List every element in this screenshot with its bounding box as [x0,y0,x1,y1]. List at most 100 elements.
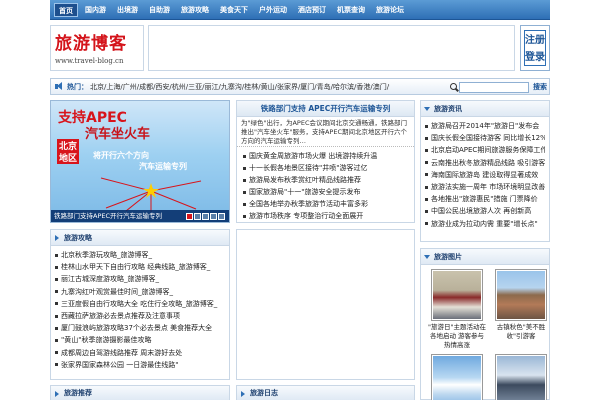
list-item[interactable]: "黄山"秋季旅游摄影最佳攻略 [55,334,225,346]
nav-item-home[interactable]: 首页 [54,2,78,17]
photo-thumbnail[interactable] [495,269,547,321]
list-item-link[interactable]: 全国各地举办秋季旅游节活动丰富多彩 [249,200,368,208]
list-item-link[interactable]: 旅游局召开2014年"旅游日"发布会 [431,122,539,130]
photo-caption[interactable]: 古镇秋色"美不胜收"引游客 [491,323,551,341]
nav-item-guides[interactable]: 旅游攻略 [177,3,213,17]
list-item-link[interactable]: 桂林山水甲天下自由行攻略 经典线路_旅游博客_ [61,263,210,271]
speaker-icon [54,82,64,91]
slide-dot[interactable] [202,213,209,220]
list-item-link[interactable]: 北京秋季游玩攻略_旅游博客_ [61,251,152,259]
list-item[interactable]: 北京启动APEC期间旅游服务保障工作 [425,144,545,156]
site-logo[interactable]: 旅游博客 www.travel-blog.cn [50,25,144,71]
nav-item-outdoor[interactable]: 户外运动 [255,3,291,17]
list-item[interactable]: 国庆长假全国接待游客 同比增长12% [425,132,545,144]
list-item-link[interactable]: 九寨沟红叶观赏最佳时间_旅游博客_ [61,288,173,296]
nav-item-forum[interactable]: 旅游论坛 [372,3,408,17]
list-item[interactable]: 十一长假各地景区接待"井喷"游客过亿 [243,162,410,174]
nav-item-flights[interactable]: 机票查询 [333,3,369,17]
list-item-link[interactable]: 三亚度假自由行攻略大全 吃住行全攻略_旅游博客_ [61,300,217,308]
photo-item[interactable] [491,354,551,400]
bullet-icon [55,338,58,342]
list-item[interactable]: 成都周边自驾游线路推荐 周末游好去处 [55,347,225,359]
bullet-icon [425,173,428,177]
list-item-link[interactable]: 北京启动APEC期间旅游服务保障工作 [431,146,545,154]
photo-thumbnail[interactable] [495,354,547,400]
list-item-link[interactable]: 海南国际旅游岛 建设取得显著成效 [431,171,538,179]
photo-item[interactable]: 古镇秋色"美不胜收"引游客 [491,269,551,350]
header-banner [148,25,515,71]
feature-slideshow[interactable]: 支持APEC 汽车坐火车 北京 地区 将开行六个方向 汽车运输专列 铁路部门支持… [50,100,230,223]
triangle-right-icon [55,235,59,241]
list-item[interactable]: 各地推出"旅游惠民"措施 门票降价 [425,193,545,205]
nav-item-outbound[interactable]: 出境游 [113,3,142,17]
login-register-button[interactable]: 注册登录 [520,25,550,71]
list-item-link[interactable]: 旅游市场秩序 专项整治行动全面展开 [249,212,363,220]
bullet-icon [55,290,58,294]
list-item[interactable]: 旅游市场秩序 专项整治行动全面展开 [243,210,410,222]
headline-summary: 为"绿色"出行，为APEC会议期间北京交通畅通，铁路部门推出"汽车坐火车"服务，… [237,117,414,147]
logo-title: 旅游博客 [55,34,127,54]
list-item[interactable]: 北京秋季游玩攻略_旅游博客_ [55,249,225,261]
center-ad-panel [236,229,415,380]
list-item-link[interactable]: 国庆长假全国接待游客 同比增长12% [431,134,545,142]
panel-title: 旅游日志 [250,389,278,397]
list-item[interactable]: 海南国际旅游岛 建设取得显著成效 [425,169,545,181]
search-button[interactable]: 搜索 [533,81,547,93]
photo-thumbnail[interactable] [431,354,483,400]
top-nav: 首页 国内游 出境游 自助游 旅游攻略 美食天下 户外运动 酒店预订 机票查询 … [50,0,550,20]
nav-item-food[interactable]: 美食天下 [216,3,252,17]
logo-url: www.travel-blog.cn [55,57,124,65]
list-item[interactable]: 丽江古城深度游攻略_旅游博客_ [55,273,225,285]
list-item[interactable]: 西藏拉萨旅游必去景点推荐及注意事项 [55,310,225,322]
list-item[interactable]: 旅游法实施一周年 市场环境明显改善 [425,181,545,193]
photo-item[interactable] [427,354,487,400]
list-item[interactable]: 国庆黄金周旅游市场火爆 出境游持续升温 [243,150,410,162]
headline-title[interactable]: 铁路部门支持 APEC开行汽车运输专列 [237,101,414,117]
hot-tags-links[interactable]: 北京/上海/广州/成都/西安/杭州/三亚/丽江/九寨沟/桂林/黄山/张家界/厦门… [90,82,390,92]
guides-list: 北京秋季游玩攻略_旅游博客_ 桂林山水甲天下自由行攻略 经典线路_旅游博客_ 丽… [51,246,229,371]
list-item[interactable]: 全国各地举办秋季旅游节活动丰富多彩 [243,198,410,210]
list-item[interactable]: 云南推出秋冬旅游精品线路 吸引游客 [425,157,545,169]
list-item-link[interactable]: 旅游局发布秋季赏红叶精品线路推荐 [249,176,361,184]
slide-dot[interactable] [218,213,225,220]
slide-dot[interactable] [210,213,217,220]
list-item-link[interactable]: 中国公民出境旅游人次 再创新高 [431,207,531,215]
slide-dot[interactable] [186,213,193,220]
list-item-link[interactable]: 云南推出秋冬旅游精品线路 吸引游客 [431,159,545,167]
list-item-link[interactable]: 成都周边自驾游线路推荐 周末游好去处 [61,349,182,357]
nav-item-domestic[interactable]: 国内游 [81,3,110,17]
list-item-link[interactable]: 国庆黄金周旅游市场火爆 出境游持续升温 [249,152,377,160]
nav-item-self-guided[interactable]: 自助游 [145,3,174,17]
slide-dot[interactable] [194,213,201,220]
list-item-link[interactable]: 旅游业成为拉动内需 重要"增长点" [431,220,538,228]
photo-thumbnail[interactable] [431,269,483,321]
list-item[interactable]: 旅游业成为拉动内需 重要"增长点" [425,218,545,230]
list-item-link[interactable]: 各地推出"旅游惠民"措施 门票降价 [431,195,538,203]
search-input[interactable] [459,82,529,93]
photo-item[interactable]: "旅游日"主题活动在各地启动 游客参与热情高涨 [427,269,487,350]
bullet-icon [243,214,246,218]
list-item-link[interactable]: 西藏拉萨旅游必去景点推荐及注意事项 [61,312,180,320]
list-item[interactable]: 桂林山水甲天下自由行攻略 经典线路_旅游博客_ [55,261,225,273]
list-item-link[interactable]: 十一长假各地景区接待"井喷"游客过亿 [249,164,367,172]
feature-title-line2: 汽车坐火车 [85,127,151,142]
left-guides-panel: 旅游攻略 北京秋季游玩攻略_旅游博客_ 桂林山水甲天下自由行攻略 经典线路_旅游… [50,229,230,380]
list-item[interactable]: 九寨沟红叶观赏最佳时间_旅游博客_ [55,286,225,298]
list-item[interactable]: 旅游局召开2014年"旅游日"发布会 [425,120,545,132]
photo-caption[interactable]: "旅游日"主题活动在各地启动 游客参与热情高涨 [427,323,487,350]
nav-item-hotels[interactable]: 酒店预订 [294,3,330,17]
list-item-link[interactable]: "黄山"秋季旅游摄影最佳攻略 [61,336,151,344]
bullet-icon [425,124,428,128]
list-item[interactable]: 国家旅游局"十一"旅游安全提示发布 [243,186,410,198]
list-item[interactable]: 张家界国家森林公园 一日游最佳线路" [55,359,225,371]
list-item[interactable]: 旅游局发布秋季赏红叶精品线路推荐 [243,174,410,186]
list-item-link[interactable]: 国家旅游局"十一"旅游安全提示发布 [249,188,360,196]
list-item[interactable]: 中国公民出境旅游人次 再创新高 [425,205,545,217]
list-item[interactable]: 厦门鼓浪屿旅游攻略37个必去景点 美食推荐大全 [55,322,225,334]
list-item-link[interactable]: 旅游法实施一周年 市场环境明显改善 [431,183,545,191]
list-item-link[interactable]: 丽江古城深度游攻略_旅游博客_ [61,275,159,283]
bottom-left-panel: 旅游推荐 [50,385,230,400]
list-item-link[interactable]: 张家界国家森林公园 一日游最佳线路" [61,361,178,369]
list-item-link[interactable]: 厦门鼓浪屿旅游攻略37个必去景点 美食推荐大全 [61,324,212,332]
list-item[interactable]: 三亚度假自由行攻略大全 吃住行全攻略_旅游博客_ [55,298,225,310]
